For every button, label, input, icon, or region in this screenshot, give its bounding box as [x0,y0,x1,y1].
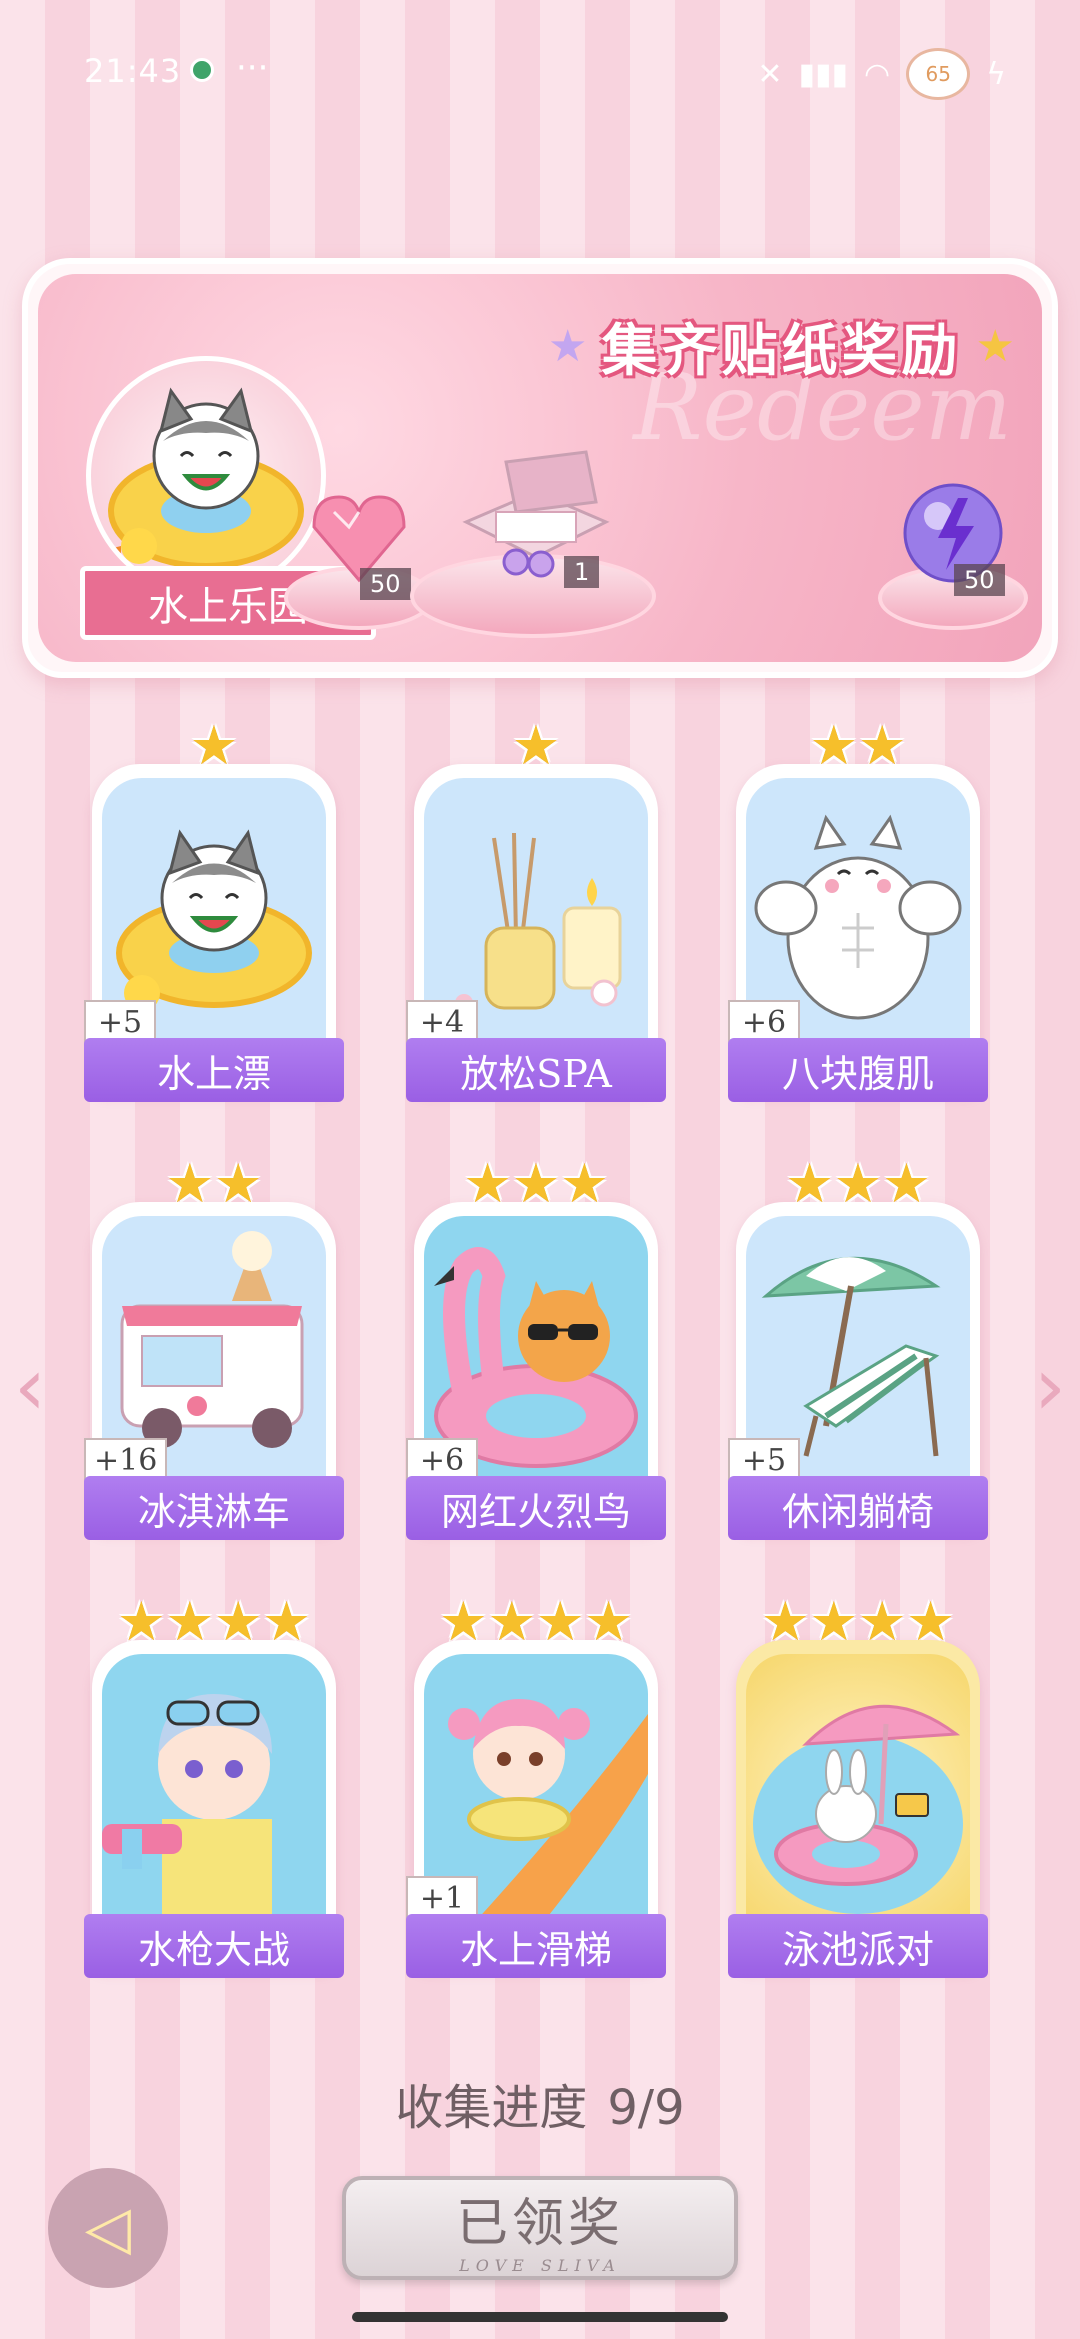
status-icons: ✕ ▮▮▮ ◠ 65 ϟ [757,48,1006,100]
sticker-name-label: 水枪大战 [84,1914,344,1978]
claimed-button[interactable]: 已领奖 LOVE SLIVA [342,2176,738,2280]
sticker-name: 冰淇淋车 [137,1489,290,1534]
sticker-card[interactable]: ★★★★ 泳池派对 [728,1594,988,1994]
claimed-button-subtitle: LOVE SLIVA [459,2256,621,2275]
back-button[interactable]: ◁ [48,2168,168,2288]
mute-icon: ✕ [757,56,783,92]
reward-count: 50 [954,564,1005,596]
banner-title-group: ★ 集齐贴纸奖励 ★ [548,306,1015,387]
reward-energy-orb: 50 [898,478,1008,596]
sticker-name: 水上漂 [156,1051,271,1096]
reward-banner-background: Redeem ★ 集齐贴纸奖励 ★ 水上乐园 50 1 50 [38,274,1042,662]
sticker-name-label: 水上漂 [84,1038,344,1102]
sticker-name-label: 泳池派对 [728,1914,988,1978]
sticker-name: 八块腹肌 [781,1051,934,1096]
reward-gift-box: 1 [446,442,616,592]
sticker-card[interactable]: ★★★★ +1 水上滑梯 [406,1594,666,1994]
sticker-name: 水上滑梯 [459,1927,612,1972]
status-bar: 21:43 ··· ✕ ▮▮▮ ◠ 65 ϟ [0,0,1080,140]
sticker-card[interactable]: ★ +4 放松SPA [406,718,666,1118]
app-notification-icon [190,58,214,82]
more-notifications-icon: ··· [236,48,269,88]
sticker-art-water-gun [102,1654,326,1934]
album-sticker-image [86,356,326,596]
next-page-arrow[interactable]: › [1034,1340,1066,1433]
collection-progress: 收集进度 9/9 [0,2068,1080,2138]
sticker-name: 放松SPA [460,1051,612,1096]
sticker-name-label: 冰淇淋车 [84,1476,344,1540]
sticker-name: 泳池派对 [781,1927,934,1972]
home-indicator[interactable] [352,2312,728,2322]
sticker-card[interactable]: ★★ +16 冰淇淋车 [84,1156,344,1556]
sticker-name: 水枪大战 [137,1927,290,1972]
sticker-name-label: 网红火烈鸟 [406,1476,666,1540]
charging-icon: ϟ [986,56,1006,92]
status-time: 21:43 [84,52,182,90]
sticker-name-label: 放松SPA [406,1038,666,1102]
sticker-name-label: 休闲躺椅 [728,1476,988,1540]
reward-diamond: 50 [304,482,414,600]
sticker-name: 休闲躺椅 [781,1489,934,1534]
sticker-card[interactable]: ★★★★ 水枪大战 [84,1594,344,1994]
star-icon: ★ [975,321,1015,372]
signal-icon: ▮▮▮ [798,56,849,92]
sticker-card[interactable]: ★ +5 水上漂 [84,718,344,1118]
claimed-button-label: 已领奖 [455,2194,624,2254]
star-icon: ★ [548,321,588,372]
wifi-icon: ◠ [864,56,891,92]
back-arrow-icon: ◁ [84,2193,132,2263]
progress-value: 9/9 [607,2080,685,2136]
prev-page-arrow[interactable]: ‹ [14,1340,46,1433]
sticker-name-label: 水上滑梯 [406,1914,666,1978]
reward-count: 50 [360,568,411,600]
sticker-card[interactable]: ★★ +6 八块腹肌 [728,718,988,1118]
sticker-name-label: 八块腹肌 [728,1038,988,1102]
banner-title: 集齐贴纸奖励 [601,319,962,384]
sticker-name: 网红火烈鸟 [440,1489,631,1534]
reward-banner: Redeem ★ 集齐贴纸奖励 ★ 水上乐园 50 1 50 [22,258,1058,678]
sticker-art-pool-party [746,1654,970,1934]
battery-icon: 65 [906,48,971,100]
reward-count: 1 [564,556,600,588]
sticker-card[interactable]: ★★★ +5 休闲躺椅 [728,1156,988,1556]
progress-label: 收集进度 [395,2080,588,2136]
sticker-card[interactable]: ★★★ +6 网红火烈鸟 [406,1156,666,1556]
